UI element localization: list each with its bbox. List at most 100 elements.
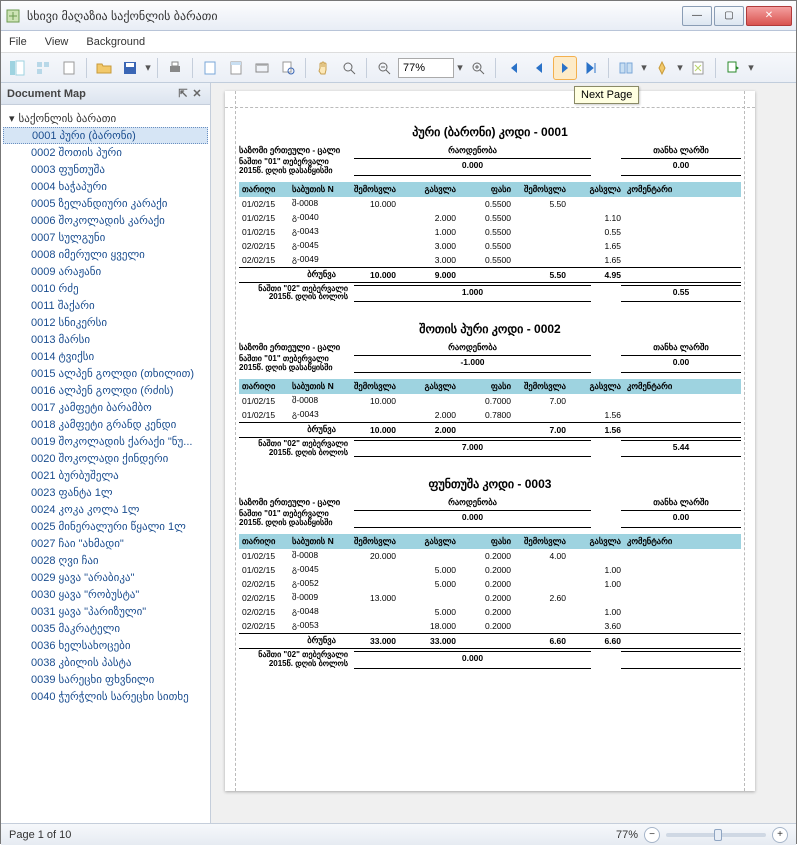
tree-item[interactable]: 0027 ჩაი "ახმადი" xyxy=(3,535,208,552)
close-button[interactable]: ✕ xyxy=(746,6,792,26)
tree-item[interactable]: 0007 სულგუნი xyxy=(3,229,208,246)
balance-end-qty: 0.000 xyxy=(354,651,591,669)
save-dropdown[interactable]: ▾ xyxy=(144,61,152,74)
document-map-title: Document Map xyxy=(7,88,86,100)
balance-start-label: ნაშთი "01" თებერვალი 2015წ. დღის დასაწყი… xyxy=(239,510,354,528)
tree-item[interactable]: 0039 სარეცხი ფხვნილი xyxy=(3,671,208,688)
tree-item[interactable]: 0029 ყავა "არაბიკა" xyxy=(3,569,208,586)
tree-item[interactable]: 0005 ზელანდიური კარაქი xyxy=(3,195,208,212)
menu-view[interactable]: View xyxy=(45,36,69,48)
export-icon[interactable] xyxy=(721,56,745,80)
tree-item[interactable]: 0024 კოკა კოლა 1ლ xyxy=(3,501,208,518)
table-row: 02/02/15შ-000913.0000.20002.60 xyxy=(239,591,741,605)
zoom-slider[interactable] xyxy=(666,833,766,837)
balance-end-amt: 0.55 xyxy=(621,285,741,303)
table-row: 01/02/15შ-000810.0000.70007.00 xyxy=(239,394,741,408)
scale-icon[interactable] xyxy=(250,56,274,80)
tree-item[interactable]: 0021 ბურბუშელა xyxy=(3,467,208,484)
minimize-button[interactable]: — xyxy=(682,6,712,26)
app-icon xyxy=(5,8,21,24)
tree-item[interactable]: 0002 შოთის პური xyxy=(3,144,208,161)
document-map-tree[interactable]: ▾ საქონლის ბარათი 0001 პური (ბარონი)0002… xyxy=(1,105,210,823)
zoom-in-icon[interactable] xyxy=(466,56,490,80)
unit-label: საზომი ერთეული - ცალი xyxy=(239,342,354,353)
color-icon[interactable] xyxy=(650,56,674,80)
maximize-button[interactable]: ▢ xyxy=(714,6,744,26)
header-footer-icon[interactable] xyxy=(224,56,248,80)
tree-item[interactable]: 0040 ჭურჭლის სარეცხი სითხე xyxy=(3,688,208,705)
next-page-icon[interactable] xyxy=(553,56,577,80)
params-icon[interactable] xyxy=(57,56,81,80)
tree-item[interactable]: 0015 ალპენ გოლდი (თხილით) xyxy=(3,365,208,382)
tree-item[interactable]: 0020 შოკოლადი ქინდერი xyxy=(3,450,208,467)
table-row: 02/02/15გ-00493.0000.55001.65 xyxy=(239,253,741,268)
tree-item[interactable]: 0009 არაჟანი xyxy=(3,263,208,280)
data-table: თარიღისაბუთის Nშემოსვლაგასვლაფასიშემოსვლ… xyxy=(239,379,741,438)
balance-start-qty: -1.000 xyxy=(354,355,591,373)
table-row: 02/02/15გ-005318.0000.20003.60 xyxy=(239,619,741,634)
zoom-input[interactable] xyxy=(398,58,454,78)
tree-item[interactable]: 0019 შოკოლადის ქარაქი "ნუ... xyxy=(3,433,208,450)
last-page-icon[interactable] xyxy=(579,56,603,80)
tree-item[interactable]: 0003 ფუნთუშა xyxy=(3,161,208,178)
magnifier-icon[interactable] xyxy=(337,56,361,80)
tree-item[interactable]: 0036 ხელსახოცები xyxy=(3,637,208,654)
window-title: სხივი მაღაზია საქონლის ბარათი xyxy=(27,9,680,23)
tree-item[interactable]: 0035 მაკრატელი xyxy=(3,620,208,637)
pin-icon[interactable]: ⇱ xyxy=(176,87,190,100)
tree-item[interactable]: 0010 რძე xyxy=(3,280,208,297)
tree-item[interactable]: 0012 სნიკერსი xyxy=(3,314,208,331)
status-zoom-out[interactable]: − xyxy=(644,827,660,843)
docmap-toggle-icon[interactable] xyxy=(5,56,29,80)
tree-item[interactable]: 0016 ალპენ გოლდი (რძის) xyxy=(3,382,208,399)
status-zoom-in[interactable]: + xyxy=(772,827,788,843)
tree-item[interactable]: 0014 ტვიქსი xyxy=(3,348,208,365)
print-icon[interactable] xyxy=(163,56,187,80)
menu-file[interactable]: File xyxy=(9,36,27,48)
table-row: 02/02/15გ-00485.0000.20001.00 xyxy=(239,605,741,619)
tree-item[interactable]: 0017 კამფეტი ბარამბო xyxy=(3,399,208,416)
multipage-dropdown[interactable]: ▾ xyxy=(640,61,648,74)
tree-item[interactable]: 0031 ყავა "პარიზული" xyxy=(3,603,208,620)
tree-item[interactable]: 0030 ყავა "რობუსტა" xyxy=(3,586,208,603)
document-map-panel: Document Map ⇱ ✕ ▾ საქონლის ბარათი 0001 … xyxy=(1,83,211,823)
toolbar: ▾ ▾ ▾ ▾ ▾ xyxy=(1,53,796,83)
tree-item[interactable]: 0011 შაქარი xyxy=(3,297,208,314)
tree-item[interactable]: 0018 კამფეტი გრანდ კენდი xyxy=(3,416,208,433)
export-dropdown[interactable]: ▾ xyxy=(747,61,755,74)
prev-page-icon[interactable] xyxy=(527,56,551,80)
hand-tool-icon[interactable] xyxy=(311,56,335,80)
tree-item[interactable]: 0004 ხაჭაპური xyxy=(3,178,208,195)
open-icon[interactable] xyxy=(92,56,116,80)
tree-item[interactable]: 0023 ფანტა 1ლ xyxy=(3,484,208,501)
report-viewer[interactable]: პური (ბარონი) კოდი - 0001 საზომი ერთეული … xyxy=(211,83,796,823)
thumbnails-icon[interactable] xyxy=(31,56,55,80)
tree-root[interactable]: ▾ საქონლის ბარათი xyxy=(3,109,208,127)
table-row: 02/02/15გ-00453.0000.55001.65 xyxy=(239,239,741,253)
tree-item[interactable]: 0038 კბილის პასტა xyxy=(3,654,208,671)
panel-close-icon[interactable]: ✕ xyxy=(190,87,204,100)
menu-background[interactable]: Background xyxy=(86,36,145,48)
sum-row: ბრუნვა10.0009.0005.504.95 xyxy=(239,267,741,282)
watermark-icon[interactable] xyxy=(686,56,710,80)
zoom-out-icon[interactable] xyxy=(372,56,396,80)
tree-item[interactable]: 0008 იმერული ყველი xyxy=(3,246,208,263)
balance-end-label: ნაშთი "02" თებერვალი 2015წ. დღის ბოლოს xyxy=(239,285,354,303)
first-page-icon[interactable] xyxy=(501,56,525,80)
color-dropdown[interactable]: ▾ xyxy=(676,61,684,74)
multipage-icon[interactable] xyxy=(614,56,638,80)
balance-start-label: ნაშთი "01" თებერვალი 2015წ. დღის დასაწყი… xyxy=(239,158,354,176)
save-icon[interactable] xyxy=(118,56,142,80)
tree-item[interactable]: 0028 ღვი ჩაი xyxy=(3,552,208,569)
tree-item[interactable]: 0013 მარსი xyxy=(3,331,208,348)
zoom-dropdown[interactable]: ▾ xyxy=(456,61,464,74)
page-setup-icon[interactable] xyxy=(198,56,222,80)
amt-label: თანხა ლარში xyxy=(621,497,741,508)
table-row: 01/02/15შ-000810.0000.55005.50 xyxy=(239,197,741,211)
tree-item[interactable]: 0025 მინერალური წყალი 1ლ xyxy=(3,518,208,535)
section-title: პური (ბარონი) კოდი - 0001 xyxy=(239,125,741,139)
tree-item[interactable]: 0001 პური (ბარონი) xyxy=(3,127,208,144)
collapse-icon[interactable]: ▾ xyxy=(9,112,15,125)
find-icon[interactable] xyxy=(276,56,300,80)
tree-item[interactable]: 0006 შოკოლადის კარაქი xyxy=(3,212,208,229)
